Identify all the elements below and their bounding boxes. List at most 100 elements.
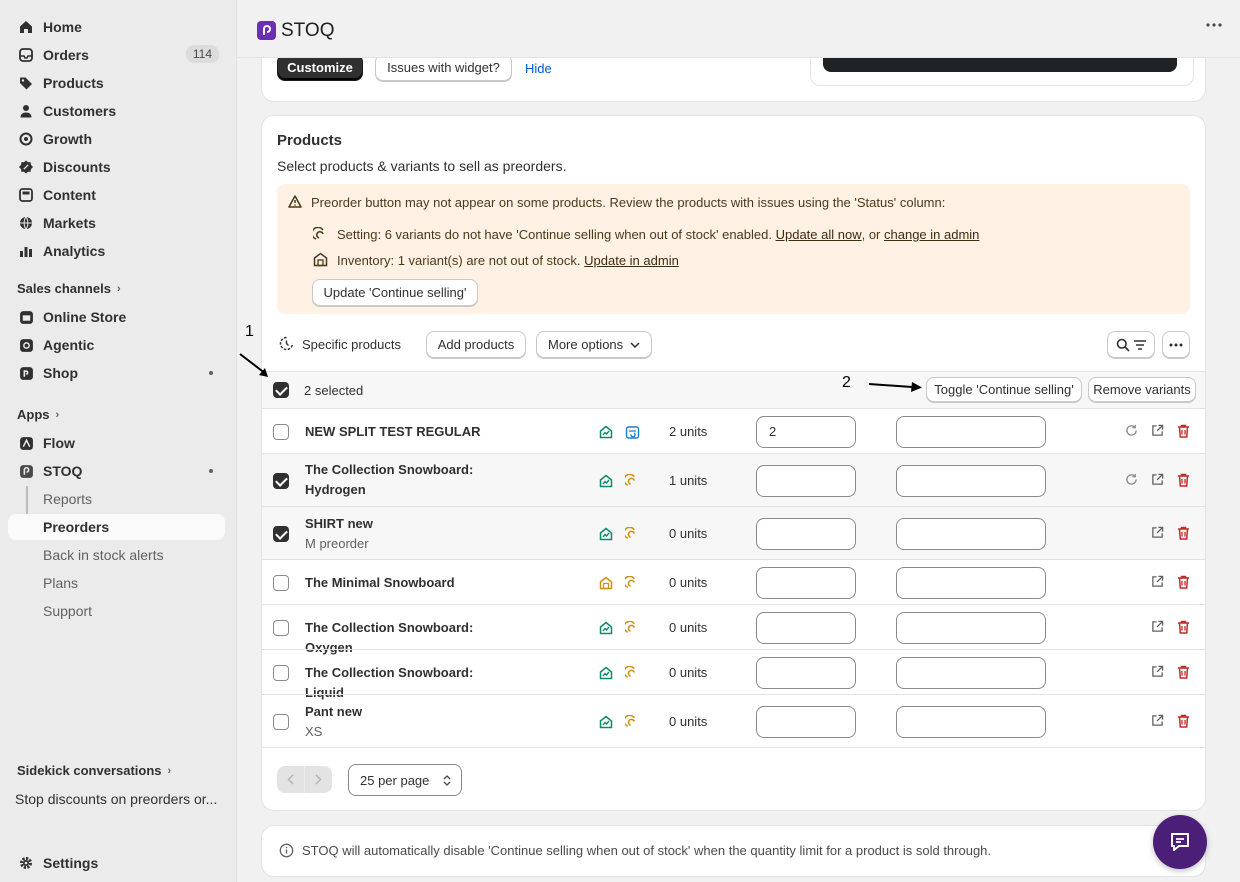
row-checkbox[interactable] [273,664,289,681]
product-name[interactable]: NEW SPLIT TEST REGULAR [305,422,495,442]
shipping-date-input[interactable] [896,464,1046,497]
external-link-icon[interactable] [1151,620,1164,633]
external-link-icon[interactable] [1151,714,1164,727]
chat-button[interactable] [1153,815,1207,869]
quantity-limit-input[interactable] [756,464,856,497]
table-more-button[interactable] [1162,331,1190,358]
content-icon [18,187,34,203]
external-link-icon[interactable] [1151,575,1164,588]
update-all-now-link[interactable]: Update all now [776,227,862,242]
external-link-icon[interactable] [1151,473,1164,486]
sidebar-item-agentic[interactable]: Agentic [8,332,225,358]
sidebar-sub-support[interactable]: Support [8,598,225,624]
product-name[interactable]: SHIRT new [305,514,555,534]
sidebar-sub-back-in-stock[interactable]: Back in stock alerts [8,542,225,568]
shipping-date-input[interactable] [896,611,1046,644]
quantity-limit-input[interactable] [756,517,856,550]
sidebar-item-customers[interactable]: Customers [8,98,225,124]
table-row[interactable]: SHIRT new M preorder 0 units [262,506,1205,559]
sidebar-item-analytics[interactable]: Analytics [8,238,225,264]
delete-icon[interactable] [1177,575,1190,589]
row-checkbox[interactable] [273,423,289,440]
sidebar-item-markets[interactable]: Markets [8,210,225,236]
row-checkbox[interactable] [273,472,289,489]
external-link-icon[interactable] [1151,665,1164,678]
delete-icon[interactable] [1177,620,1190,634]
row-checkbox[interactable] [273,619,289,636]
sidebar-item-label: Agentic [43,337,95,353]
row-checkbox[interactable] [273,525,289,542]
flow-icon [18,435,34,451]
sidekick-heading[interactable]: Sidekick conversations › [17,763,171,778]
sidebar-item-stoq[interactable]: STOQ [8,458,225,484]
delete-icon[interactable] [1177,526,1190,540]
sidekick-conversation-item[interactable]: Stop discounts on preorders or... [15,791,217,807]
sidebar-sub-reports[interactable]: Reports [8,486,225,512]
external-link-icon[interactable] [1151,424,1164,437]
sidebar-item-discounts[interactable]: Discounts [8,154,225,180]
units-value: 2 units [669,423,708,439]
product-name[interactable]: Pant new [305,702,555,722]
table-row[interactable]: NEW SPLIT TEST REGULAR 2 units 2 [262,408,1205,453]
customize-button[interactable]: Customize [277,54,363,81]
sidebar-item-settings[interactable]: Settings [8,850,225,876]
more-options-icon[interactable] [1206,23,1222,27]
delete-icon[interactable] [1177,424,1190,438]
quantity-limit-input[interactable]: 2 [756,415,856,448]
add-products-button[interactable]: Add products [426,331,526,358]
select-all-checkbox[interactable] [273,382,289,398]
quantity-limit-input[interactable] [756,705,856,738]
delete-icon[interactable] [1177,665,1190,679]
table-row[interactable]: The Collection Snowboard: Oxygen 0 units [262,604,1205,655]
table-row[interactable]: The Collection Snowboard: Hydrogen 1 unit… [262,453,1205,506]
more-options-button[interactable]: More options [536,331,652,358]
delete-icon[interactable] [1177,714,1190,728]
sidebar-item-products[interactable]: Products [8,70,225,96]
issues-with-widget-button[interactable]: Issues with widget? [375,54,512,81]
filter-icon [1133,339,1147,351]
shipping-date-input[interactable] [896,656,1046,689]
next-page-button[interactable] [304,766,331,793]
row-checkbox[interactable] [273,713,289,730]
shipping-date-input[interactable] [896,566,1046,599]
change-in-admin-link[interactable]: change in admin [884,227,979,242]
update-in-admin-link[interactable]: Update in admin [584,253,679,268]
shipping-date-input[interactable] [896,415,1046,448]
hide-link[interactable]: Hide [525,61,552,76]
inventory-warning-icon [599,576,613,590]
sidebar-sub-preorders[interactable]: Preorders [8,514,225,540]
sidebar-item-content[interactable]: Content [8,182,225,208]
toggle-continue-selling-button[interactable]: Toggle 'Continue selling' [926,377,1082,402]
quantity-limit-input[interactable] [756,611,856,644]
table-row[interactable]: The Minimal Snowboard 0 units [262,559,1205,604]
search-filter-button[interactable] [1107,331,1155,358]
delete-icon[interactable] [1177,473,1190,487]
refresh-icon[interactable] [1125,424,1138,437]
row-checkbox[interactable] [273,574,289,591]
sidebar-item-flow[interactable]: Flow [8,430,225,456]
sidebar-item-orders[interactable]: Orders 114 [8,42,225,68]
table-row[interactable]: The Collection Snowboard: Liquid 0 units [262,649,1205,700]
sidebar-item-label: Home [43,19,82,35]
refresh-icon[interactable] [1125,473,1138,486]
sidebar-sub-plans[interactable]: Plans [8,570,225,596]
quantity-limit-input[interactable] [756,656,856,689]
specific-products-label[interactable]: Specific products [302,337,401,352]
table-row[interactable]: Pant new XS 0 units [262,694,1205,747]
apps-heading[interactable]: Apps › [17,407,59,422]
product-name[interactable]: The Minimal Snowboard [305,573,495,593]
sidebar-item-home[interactable]: Home [8,14,225,40]
previous-page-button[interactable] [277,766,304,793]
sidebar-item-growth[interactable]: Growth [8,126,225,152]
per-page-select[interactable]: 25 per page [348,764,462,796]
sidebar-item-shop[interactable]: Shop [8,360,225,386]
remove-variants-button[interactable]: Remove variants [1088,377,1196,402]
shipping-date-input[interactable] [896,705,1046,738]
shipping-date-input[interactable] [896,517,1046,550]
sidebar-item-online-store[interactable]: Online Store [8,304,225,330]
product-name[interactable]: The Collection Snowboard: Hydrogen [305,460,495,500]
update-continue-selling-button[interactable]: Update 'Continue selling' [312,279,478,306]
quantity-limit-input[interactable] [756,566,856,599]
sales-channels-heading[interactable]: Sales channels › [17,281,121,296]
external-link-icon[interactable] [1151,526,1164,539]
